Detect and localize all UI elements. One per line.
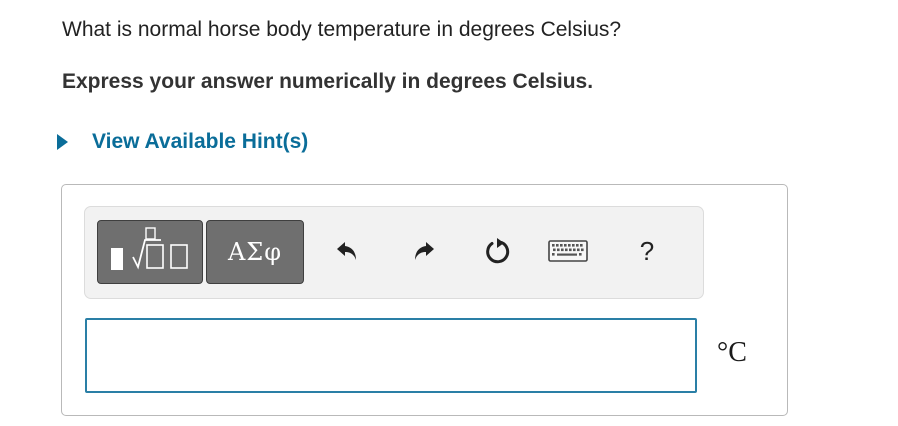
undo-button[interactable] xyxy=(335,231,359,271)
answer-panel: ΑΣφ ? °C xyxy=(61,184,788,416)
view-hints-link[interactable]: View Available Hint(s) xyxy=(57,126,308,158)
reset-icon xyxy=(486,238,510,264)
answer-instruction: Express your answer numerically in degre… xyxy=(62,70,594,93)
templates-icon xyxy=(110,226,188,270)
unit-label: °C xyxy=(717,337,747,368)
answer-input[interactable] xyxy=(85,318,697,393)
keyboard-button[interactable] xyxy=(548,231,588,271)
symbols-button[interactable]: ΑΣφ xyxy=(206,220,304,284)
view-hints-label: View Available Hint(s) xyxy=(92,130,309,153)
help-button[interactable]: ? xyxy=(637,231,657,271)
math-toolbar: ΑΣφ ? xyxy=(84,206,704,299)
triangle-right-icon xyxy=(57,134,68,150)
undo-icon xyxy=(337,242,356,260)
help-label: ? xyxy=(639,235,655,266)
reset-button[interactable] xyxy=(484,231,512,271)
question-text: What is normal horse body temperature in… xyxy=(62,18,622,41)
redo-icon xyxy=(415,242,434,260)
templates-button[interactable] xyxy=(97,220,203,284)
symbols-button-label: ΑΣφ xyxy=(227,238,283,266)
redo-button[interactable] xyxy=(412,231,436,271)
keyboard-icon xyxy=(548,240,588,262)
